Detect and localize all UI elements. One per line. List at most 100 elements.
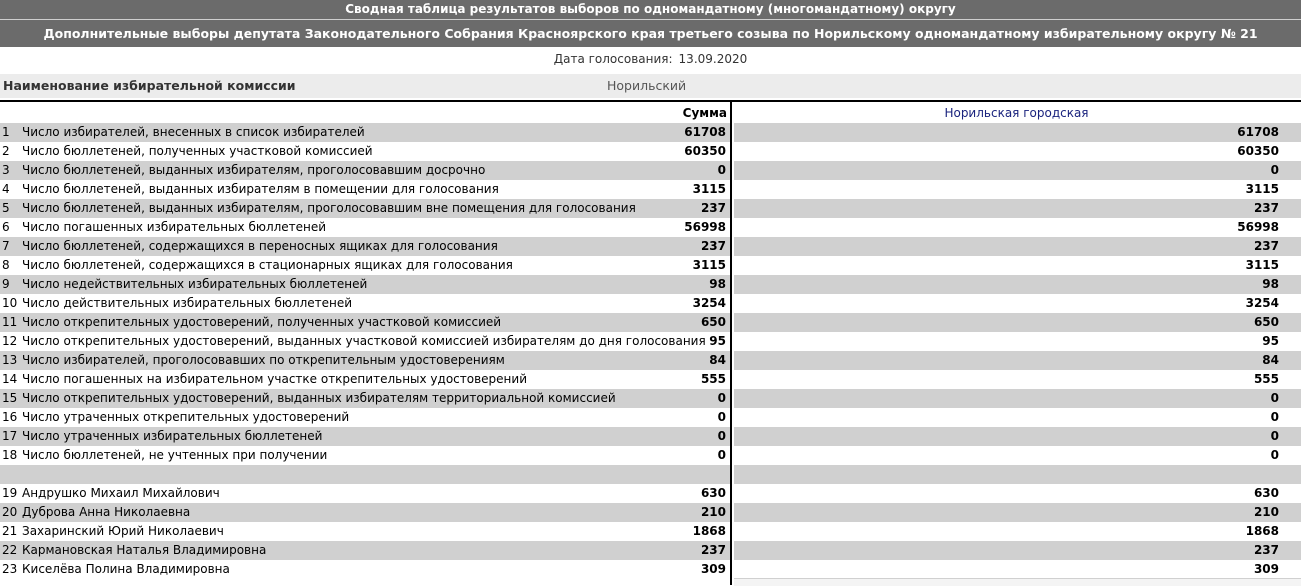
- row-sum: 0: [717, 429, 726, 443]
- row-right-cell: 84: [734, 351, 1301, 370]
- row-label: Число открепительных удостоверений, полу…: [22, 315, 502, 329]
- row-left-cell: 10 Число действительных избирательных бюл…: [0, 294, 730, 313]
- row-right-cell: 630: [734, 484, 1301, 503]
- row-right-cell: 95: [734, 332, 1301, 351]
- row-number: 16: [2, 410, 18, 424]
- row-number: 20: [2, 505, 18, 519]
- row-sum: 0: [717, 391, 726, 405]
- table-row: 17 Число утраченных избирательных бюллете…: [0, 427, 1301, 446]
- row-left-cell: 19 Андрушко Михаил Михайлович 630: [0, 484, 730, 503]
- row-sum: 1868: [692, 524, 726, 538]
- row-left-cell: 14 Число погашенных на избирательном учас…: [0, 370, 730, 389]
- row-label: Число недействительных избирательных бюл…: [22, 277, 368, 291]
- row-right-cell: 61708: [734, 123, 1301, 142]
- table-row: 7 Число бюллетеней, содержащихся в перено…: [0, 237, 1301, 256]
- row-right-cell: [734, 465, 1301, 484]
- row-number: 19: [2, 486, 18, 500]
- table-top-rule: [0, 100, 1301, 102]
- row-number: 18: [2, 448, 18, 462]
- row-commission-value: 630: [1253, 486, 1279, 500]
- row-number: 6: [2, 220, 10, 234]
- row-label: Число избирателей, внесенных в список из…: [22, 125, 365, 139]
- row-left-cell: 3 Число бюллетеней, выданных избирателям,…: [0, 161, 730, 180]
- row-left-cell: 12 Число открепительных удостоверений, вы…: [0, 332, 730, 351]
- row-commission-value: 0: [1270, 391, 1279, 405]
- row-number: 13: [2, 353, 18, 367]
- table-row: 5 Число бюллетеней, выданных избирателям,…: [0, 199, 1301, 218]
- commission-row: Наименование избирательной комиссии Нори…: [0, 74, 1301, 98]
- row-left-cell: 2 Число бюллетеней, полученных участковой…: [0, 142, 730, 161]
- row-commission-value: 237: [1253, 239, 1279, 253]
- table-row: 1 Число избирателей, внесенных в список и…: [0, 123, 1301, 142]
- row-commission-value: 210: [1253, 505, 1279, 519]
- row-commission-value: 0: [1270, 429, 1279, 443]
- row-commission-value: 237: [1253, 201, 1279, 215]
- row-left-cell: 16 Число утраченных открепительных удосто…: [0, 408, 730, 427]
- election-title: Дополнительные выборы депутата Законодат…: [0, 20, 1301, 47]
- row-number: 8: [2, 258, 10, 272]
- row-commission-value: 309: [1253, 562, 1279, 576]
- row-label: Кармановская Наталья Владимировна: [22, 543, 267, 557]
- row-commission-value: 650: [1253, 315, 1279, 329]
- row-sum: 309: [700, 562, 726, 576]
- table-row: 3 Число бюллетеней, выданных избирателям,…: [0, 161, 1301, 180]
- row-label: Число бюллетеней, содержащихся в стацион…: [22, 258, 513, 272]
- row-sum: 237: [700, 201, 726, 215]
- row-label: Число бюллетеней, выданных избирателям, …: [22, 201, 636, 215]
- sum-column-header: Сумма: [682, 106, 727, 120]
- row-sum: 237: [700, 543, 726, 557]
- row-number: 5: [2, 201, 10, 215]
- table-row: 15 Число открепительных удостоверений, вы…: [0, 389, 1301, 408]
- commission-column-header[interactable]: Норильская городская: [732, 104, 1301, 123]
- row-label: Число бюллетеней, полученных участковой …: [22, 144, 373, 158]
- report-title: Сводная таблица результатов выборов по о…: [0, 0, 1301, 20]
- row-left-cell: 5 Число бюллетеней, выданных избирателям,…: [0, 199, 730, 218]
- row-right-cell: 60350: [734, 142, 1301, 161]
- row-left-cell: 21 Захаринский Юрий Николаевич 1868: [0, 522, 730, 541]
- row-label: Число бюллетеней, содержащихся в перенос…: [22, 239, 498, 253]
- table-separator-row: [0, 465, 1301, 484]
- row-number: 21: [2, 524, 18, 538]
- row-commission-value: 61708: [1237, 125, 1279, 139]
- row-sum: 0: [717, 448, 726, 462]
- row-number: 22: [2, 543, 18, 557]
- table-row: 4 Число бюллетеней, выданных избирателям …: [0, 180, 1301, 199]
- row-commission-value: 0: [1270, 410, 1279, 424]
- voting-date-value: 13.09.2020: [678, 52, 748, 66]
- row-label: Число погашенных на избирательном участк…: [22, 372, 527, 386]
- row-commission-value: 555: [1253, 372, 1279, 386]
- table-row: 18 Число бюллетеней, не учтенных при полу…: [0, 446, 1301, 465]
- row-sum: 84: [709, 353, 726, 367]
- commission-label: Наименование избирательной комиссии: [3, 78, 296, 93]
- row-right-cell: 237: [734, 199, 1301, 218]
- table-row: 8 Число бюллетеней, содержащихся в стацио…: [0, 256, 1301, 275]
- row-sum: 210: [700, 505, 726, 519]
- row-right-cell: 210: [734, 503, 1301, 522]
- row-label: Число бюллетеней, выданных избирателям, …: [22, 163, 486, 177]
- row-number: 7: [2, 239, 10, 253]
- row-label: Число открепительных удостоверений, выда…: [22, 391, 616, 405]
- row-label: Число действительных избирательных бюлле…: [22, 296, 353, 310]
- row-sum: 95: [709, 334, 726, 348]
- row-sum: 650: [700, 315, 726, 329]
- row-sum: 56998: [684, 220, 726, 234]
- row-sum: 630: [700, 486, 726, 500]
- row-left-cell: 23 Киселёва Полина Владимировна 309: [0, 560, 730, 579]
- row-left-cell: 11 Число открепительных удостоверений, по…: [0, 313, 730, 332]
- row-left-cell: 18 Число бюллетеней, не учтенных при полу…: [0, 446, 730, 465]
- row-number: 11: [2, 315, 18, 329]
- row-left-cell: 22 Кармановская Наталья Владимировна 237: [0, 541, 730, 560]
- row-sum: 0: [717, 410, 726, 424]
- row-sum: 3254: [692, 296, 726, 310]
- row-label: Число погашенных избирательных бюллетене…: [22, 220, 327, 234]
- row-commission-value: 95: [1262, 334, 1279, 348]
- row-left-cell: 20 Дуброва Анна Николаевна 210: [0, 503, 730, 522]
- row-number: 17: [2, 429, 18, 443]
- table-row: 10 Число действительных избирательных бюл…: [0, 294, 1301, 313]
- row-left-cell: 7 Число бюллетеней, содержащихся в перено…: [0, 237, 730, 256]
- row-commission-value: 60350: [1237, 144, 1279, 158]
- row-label: Киселёва Полина Владимировна: [22, 562, 230, 576]
- table-row: 23 Киселёва Полина Владимировна 309 309: [0, 560, 1301, 579]
- row-commission-value: 237: [1253, 543, 1279, 557]
- row-left-cell: 4 Число бюллетеней, выданных избирателям …: [0, 180, 730, 199]
